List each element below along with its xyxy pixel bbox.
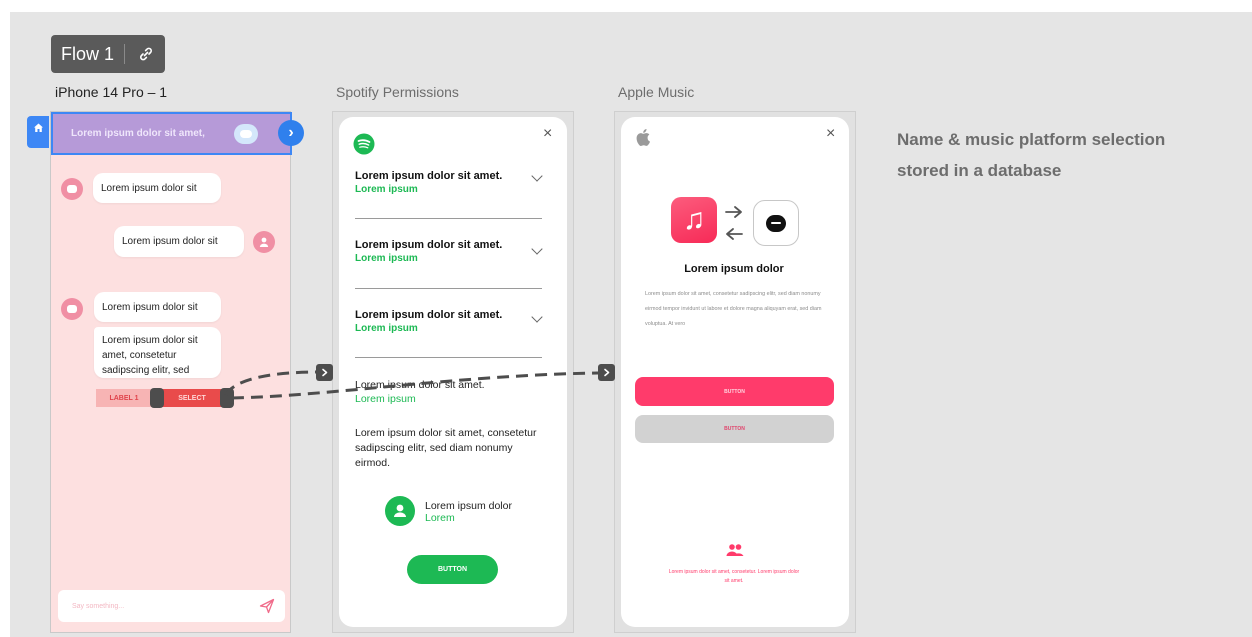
chat-bubble-icon: [234, 124, 258, 144]
people-icon: [726, 544, 744, 556]
apple-primary-button[interactable]: BUTTON: [635, 377, 834, 406]
divider: [355, 218, 542, 219]
spotify-button[interactable]: BUTTON: [407, 555, 498, 584]
permission-subtitle: Lorem ipsum: [355, 253, 418, 264]
frame-title-spotify[interactable]: Spotify Permissions: [336, 84, 459, 100]
link-icon[interactable]: [137, 45, 155, 63]
permission-subtitle: Lorem ipsum: [355, 184, 418, 195]
chat-message: Lorem ipsum dolor sit: [114, 226, 244, 257]
flow-label: Flow 1: [61, 43, 115, 64]
arrow-right-icon: [725, 206, 742, 218]
connector-handle[interactable]: [220, 388, 234, 408]
apple-logo-icon: [636, 129, 650, 146]
permission-title: Lorem ipsum dolor sit amet.: [355, 379, 485, 391]
frame-title-iphone[interactable]: iPhone 14 Pro – 1: [55, 84, 167, 100]
note-line: Name & music platform selection: [897, 130, 1166, 149]
robot-avatar-icon: [61, 178, 83, 200]
permission-title: Lorem ipsum dolor sit amet.: [355, 309, 503, 321]
note-line: stored in a database: [897, 161, 1062, 180]
permission-subtitle: Lorem ipsum: [355, 393, 416, 405]
chat-message: Lorem ipsum dolor sit: [93, 173, 221, 203]
connector-arrow-icon[interactable]: [316, 364, 333, 381]
composer-placeholder: Say something...: [72, 602, 125, 610]
flow-divider: [124, 44, 126, 64]
send-icon[interactable]: [259, 598, 275, 614]
music-note-icon: ♫: [671, 197, 717, 243]
connector-arrow-icon[interactable]: [598, 364, 615, 381]
arrow-left-icon: [726, 228, 743, 240]
flow-chip[interactable]: Flow 1: [51, 35, 165, 73]
message-composer[interactable]: Say something...: [58, 590, 285, 622]
apple-title: Lorem ipsum dolor: [684, 263, 784, 275]
apple-secondary-button[interactable]: BUTTON: [635, 415, 834, 443]
user-subtitle: Lorem: [425, 512, 455, 524]
spotify-description: Lorem ipsum dolor sit amet, consetetur s…: [355, 427, 537, 469]
label-chip[interactable]: LABEL 1: [96, 389, 152, 407]
close-icon[interactable]: ×: [543, 125, 552, 143]
robot-avatar-icon: [61, 298, 83, 320]
message-icon: [753, 200, 799, 246]
frame-title-apple[interactable]: Apple Music: [618, 84, 694, 100]
chat-header: Lorem ipsum dolor sit amet,: [51, 112, 292, 155]
user-icon: [385, 496, 415, 526]
chevron-right-icon[interactable]: ›: [278, 120, 304, 146]
permission-title: Lorem ipsum dolor sit amet.: [355, 239, 503, 251]
close-icon[interactable]: ×: [826, 125, 835, 143]
divider: [355, 357, 542, 358]
chat-header-text: Lorem ipsum dolor sit amet,: [71, 128, 205, 139]
apple-paragraph: Lorem ipsum dolor sit amet, consetetur s…: [645, 291, 822, 327]
home-tab[interactable]: [27, 116, 49, 148]
apple-footer: Lorem ipsum dolor sit amet, consetetur. …: [668, 569, 800, 584]
connector-handle[interactable]: [150, 388, 164, 408]
user-avatar-icon: [253, 231, 275, 253]
home-icon: [33, 123, 43, 132]
annotation-note[interactable]: Name & music platform selection stored i…: [897, 124, 1165, 186]
chat-message: Lorem ipsum dolor sit: [94, 292, 221, 322]
divider: [355, 288, 542, 289]
permission-title: Lorem ipsum dolor sit amet.: [355, 170, 503, 182]
permission-subtitle: Lorem ipsum: [355, 323, 418, 334]
spotify-logo-icon: [353, 133, 375, 155]
chat-message: Lorem ipsum dolor sit amet, consetetur s…: [94, 327, 221, 378]
